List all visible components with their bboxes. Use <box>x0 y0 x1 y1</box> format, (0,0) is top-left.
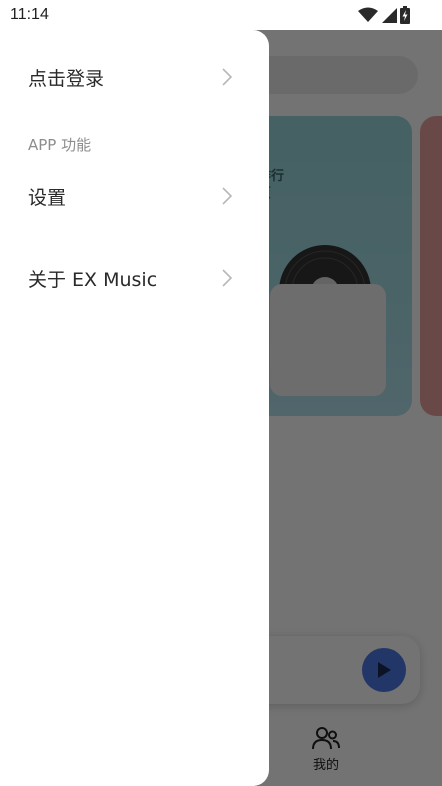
section-title: APP 功能 <box>28 136 92 154</box>
login-item[interactable]: 点击登录 <box>0 52 269 102</box>
settings-label: 设置 <box>28 186 67 209</box>
chevron-right-icon <box>222 187 233 205</box>
battery-charging-icon <box>400 6 410 24</box>
chevron-right-icon <box>222 68 233 86</box>
navigation-drawer: 点击登录 APP 功能 设置 关于 EX Music <box>0 30 269 786</box>
about-label: 关于 EX Music <box>28 268 158 291</box>
settings-item[interactable]: 设置 <box>0 171 269 221</box>
login-label: 点击登录 <box>28 67 105 90</box>
status-icons <box>358 5 410 25</box>
status-time: 11:14 <box>10 6 49 23</box>
status-bar: 11:14 <box>0 0 442 30</box>
signal-icon <box>382 8 397 23</box>
chevron-right-icon <box>222 269 233 287</box>
about-item[interactable]: 关于 EX Music <box>0 253 269 303</box>
wifi-icon <box>358 7 378 22</box>
